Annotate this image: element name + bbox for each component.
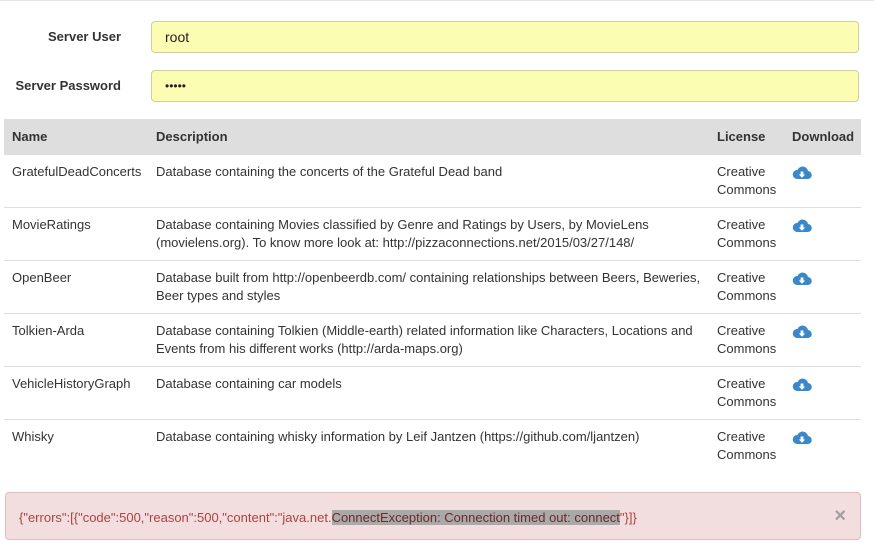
db-license: Creative Commons	[709, 313, 784, 367]
close-icon[interactable]: ×	[834, 506, 846, 526]
db-license: Creative Commons	[709, 419, 784, 473]
table-row: GratefulDeadConcerts Database containing …	[4, 154, 861, 208]
license-line: Creative	[717, 376, 766, 391]
license-line: Creative	[717, 323, 766, 338]
db-download	[784, 154, 861, 208]
cloud-download-icon[interactable]	[792, 271, 812, 287]
db-license: Creative Commons	[709, 154, 784, 208]
db-download	[784, 419, 861, 473]
license-line: Commons	[717, 235, 777, 250]
db-name: Whisky	[4, 419, 148, 473]
db-description: Database containing car models	[148, 366, 709, 420]
db-license: Creative Commons	[709, 260, 784, 314]
error-message-prefix: {"errors":[{"code":500,"reason":500,"con…	[19, 510, 332, 525]
license-line: Commons	[717, 447, 777, 462]
license-line: Creative	[717, 270, 766, 285]
cloud-download-icon[interactable]	[792, 377, 812, 393]
table-row: OpenBeer Database built from http://openb…	[4, 260, 861, 314]
db-name: GratefulDeadConcerts	[4, 154, 148, 208]
db-description: Database containing Movies classified by…	[148, 207, 709, 261]
license-line: Commons	[717, 394, 777, 409]
license-line: Commons	[717, 182, 777, 197]
cloud-download-icon[interactable]	[792, 324, 812, 340]
table-row: Tolkien-Arda Database containing Tolkien …	[4, 313, 861, 367]
server-user-input[interactable]: root	[151, 21, 859, 53]
db-name: Tolkien-Arda	[4, 313, 148, 367]
db-description: Database containing whisky information b…	[148, 419, 709, 473]
header-name[interactable]: Name	[4, 119, 148, 155]
db-description: Database containing the concerts of the …	[148, 154, 709, 208]
db-download	[784, 313, 861, 367]
license-line: Commons	[717, 288, 777, 303]
header-download[interactable]: Download	[784, 119, 861, 155]
server-password-label: Server Password	[15, 78, 121, 93]
cloud-download-icon[interactable]	[792, 165, 812, 181]
db-download	[784, 260, 861, 314]
db-download	[784, 207, 861, 261]
license-line: Creative	[717, 429, 766, 444]
table-row: Whisky Database containing whisky informa…	[4, 419, 861, 473]
header-license[interactable]: License	[709, 119, 784, 155]
db-name: OpenBeer	[4, 260, 148, 314]
table-header-row: Name Description License Download	[4, 119, 861, 155]
license-line: Commons	[717, 341, 777, 356]
header-description[interactable]: Description	[148, 119, 709, 155]
table-row: VehicleHistoryGraph Database containing c…	[4, 366, 861, 420]
database-table: Name Description License Download Gratef…	[4, 119, 861, 473]
server-password-input[interactable]: •••••	[151, 70, 859, 102]
db-download	[784, 366, 861, 420]
server-user-label: Server User	[48, 29, 121, 44]
db-description: Database containing Tolkien (Middle-eart…	[148, 313, 709, 367]
error-message-highlight: ConnectException: Connection timed out: …	[331, 510, 620, 525]
error-message-suffix: "}]}	[619, 510, 637, 525]
table-row: MovieRatings Database containing Movies c…	[4, 207, 861, 261]
db-license: Creative Commons	[709, 207, 784, 261]
cloud-download-icon[interactable]	[792, 430, 812, 446]
db-license: Creative Commons	[709, 366, 784, 420]
error-alert: {"errors":[{"code":500,"reason":500,"con…	[5, 492, 861, 540]
error-message: {"errors":[{"code":500,"reason":500,"con…	[19, 510, 637, 525]
top-divider	[0, 0, 874, 1]
cloud-download-icon[interactable]	[792, 218, 812, 234]
license-line: Creative	[717, 164, 766, 179]
license-line: Creative	[717, 217, 766, 232]
db-description: Database built from http://openbeerdb.co…	[148, 260, 709, 314]
db-name: MovieRatings	[4, 207, 148, 261]
db-name: VehicleHistoryGraph	[4, 366, 148, 420]
